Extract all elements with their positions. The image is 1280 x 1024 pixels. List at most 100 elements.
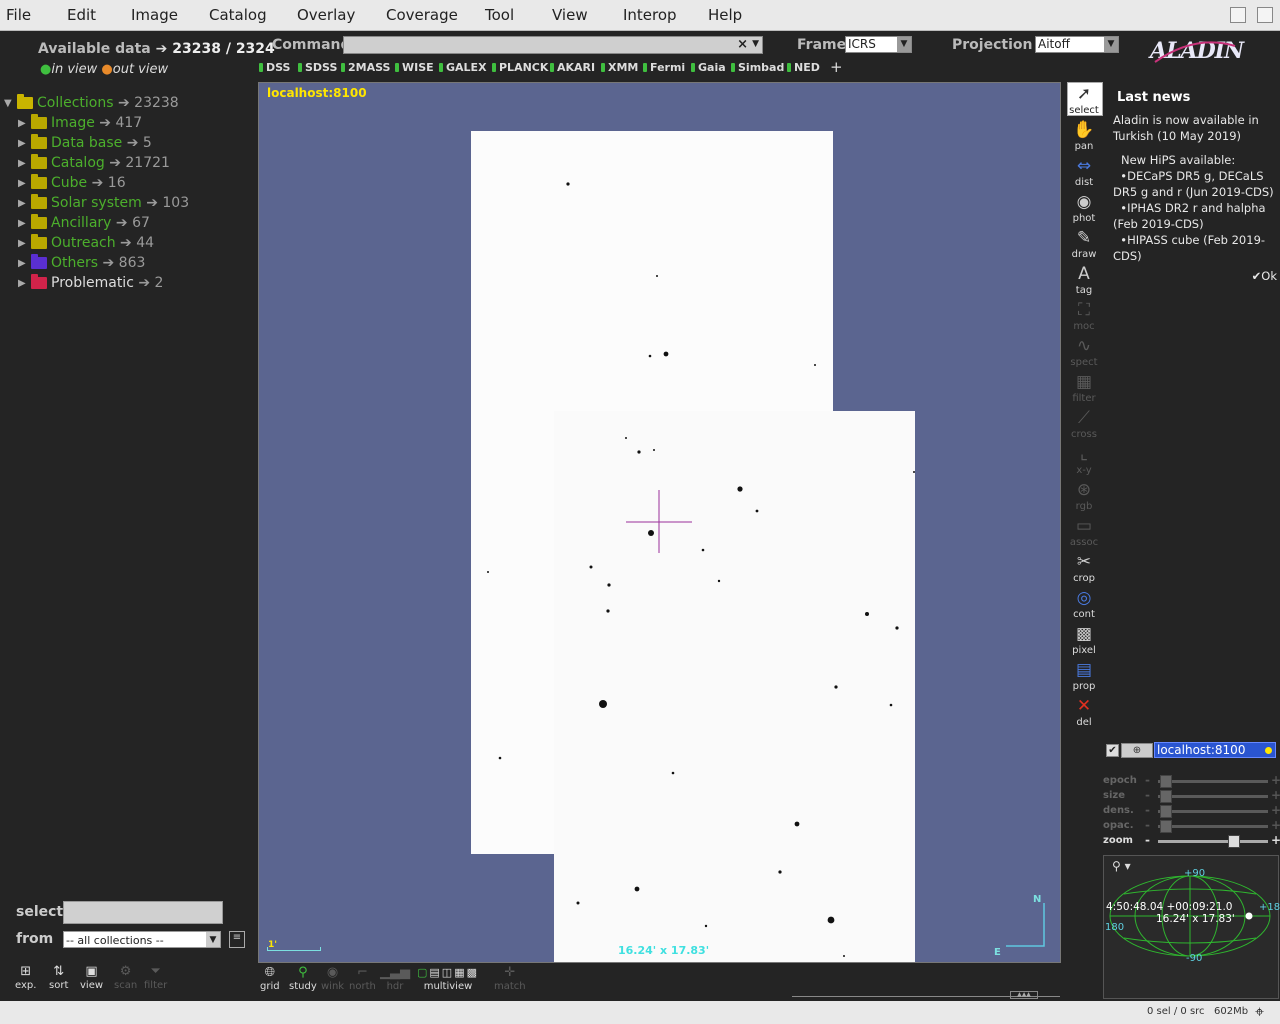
slider-knob[interactable] — [1228, 835, 1240, 848]
grid-tool[interactable]: 🌐︎ grid — [260, 965, 280, 992]
menu-coverage[interactable]: Coverage — [386, 6, 458, 24]
telescope-icon[interactable]: ⌖ — [1255, 1002, 1264, 1022]
minus-icon[interactable]: - — [1145, 833, 1150, 847]
tool-crop[interactable]: ✂ crop — [1068, 551, 1100, 584]
survey-akari[interactable]: AKARI — [550, 61, 595, 74]
survey-ned[interactable]: NED — [787, 61, 820, 74]
minus-icon[interactable]: - — [1145, 803, 1150, 817]
expand-right-icon[interactable]: ▶ — [18, 258, 26, 269]
scan-tool[interactable]: ⚙ scan — [114, 964, 137, 991]
expand-tool[interactable]: ⊞ exp. — [15, 964, 36, 991]
expand-right-icon[interactable]: ▶ — [18, 218, 26, 229]
layer-item[interactable]: localhost:8100 — [1154, 742, 1276, 758]
plus-icon[interactable]: + — [1271, 788, 1280, 802]
survey-xmm[interactable]: XMM — [601, 61, 638, 74]
layer-visible-checkbox[interactable]: ✔ — [1106, 744, 1119, 757]
minus-icon[interactable]: - — [1145, 788, 1150, 802]
tool-cross[interactable]: ⟋ cross — [1068, 407, 1100, 440]
sky-view[interactable]: localhost:8100 1' 16.24' x 17.83' N E — [258, 82, 1061, 963]
survey-sdss[interactable]: SDSS — [298, 61, 337, 74]
history-chevron-icon[interactable]: ▼ — [752, 39, 759, 49]
add-survey-button[interactable]: + — [830, 58, 843, 76]
tool-select[interactable]: ➚ select — [1068, 83, 1100, 116]
tool-rgb[interactable]: ⊛ rgb — [1068, 479, 1100, 512]
survey-dss[interactable]: DSS — [259, 61, 290, 74]
tool-del[interactable]: ✕ del — [1068, 695, 1100, 728]
slider-knob[interactable] — [1160, 790, 1172, 803]
from-select[interactable]: -- all collections -- ▼ — [63, 931, 221, 948]
select-input[interactable] — [63, 901, 223, 924]
clear-icon[interactable]: × — [737, 37, 748, 52]
restore-window-icon[interactable] — [1230, 7, 1246, 23]
menu-edit[interactable]: Edit — [67, 6, 96, 24]
maximize-window-icon[interactable] — [1257, 7, 1273, 23]
slider-knob[interactable] — [1160, 820, 1172, 833]
tool-pixel[interactable]: ▩ pixel — [1068, 623, 1100, 656]
menu-help[interactable]: Help — [708, 6, 742, 24]
command-input[interactable]: × ▼ — [343, 36, 763, 54]
menu-catalog[interactable]: Catalog — [209, 6, 267, 24]
plus-icon[interactable]: + — [1271, 833, 1280, 847]
tool-x-y[interactable]: ⌞ x-y — [1068, 443, 1100, 476]
expand-right-icon[interactable]: ▶ — [18, 198, 26, 209]
expand-right-icon[interactable]: ▶ — [18, 158, 26, 169]
menu-file[interactable]: File — [6, 6, 31, 24]
menu-image[interactable]: Image — [131, 6, 178, 24]
plus-icon[interactable]: + — [1271, 773, 1280, 787]
expand-right-icon[interactable]: ▶ — [18, 178, 26, 189]
sky-minimap[interactable]: ⚲ ▾ +90 -90 +18 180 4:50:48.04 +00:09:21… — [1103, 855, 1280, 999]
minimap-fov: 16.24' x 17.83' — [1156, 913, 1235, 925]
tool-moc[interactable]: ⛶ moc — [1068, 299, 1100, 332]
expand-right-icon[interactable]: ▶ — [18, 238, 26, 249]
menu-overlay[interactable]: Overlay — [297, 6, 355, 24]
tool-tag[interactable]: Atag — [1068, 263, 1100, 296]
tool-cont[interactable]: ◎ cont — [1068, 587, 1100, 620]
slider-epoch[interactable]: epoch - + — [1103, 773, 1280, 788]
survey-simbad[interactable]: Simbad — [731, 61, 784, 74]
slider-zoom[interactable]: zoom - + — [1103, 833, 1280, 848]
projection-select[interactable]: Aitoff ▼ — [1035, 36, 1119, 53]
survey-galex[interactable]: GALEX — [439, 61, 487, 74]
plus-icon[interactable]: + — [1271, 803, 1280, 817]
survey-fermi[interactable]: Fermi — [643, 61, 685, 74]
expand-right-icon[interactable]: ▶ — [18, 138, 26, 149]
sort-tool[interactable]: ⇅ sort — [49, 964, 68, 991]
slider-knob[interactable] — [1160, 775, 1172, 788]
tool-dist[interactable]: ⇔ dist — [1068, 155, 1100, 188]
tool-draw[interactable]: ✎ draw — [1068, 227, 1100, 260]
north-tool[interactable]: ⌐ north — [349, 965, 376, 992]
list-options-icon[interactable]: ≡ — [229, 931, 245, 948]
view-tool[interactable]: ▣ view — [80, 964, 103, 991]
multiview-tool[interactable]: ▢▤◫▦▩ multiview — [405, 965, 491, 992]
tool-assoc[interactable]: ▭ assoc — [1068, 515, 1100, 548]
tool-spect[interactable]: ∿ spect — [1068, 335, 1100, 368]
tool-prop[interactable]: ▤ prop — [1068, 659, 1100, 692]
survey-wise[interactable]: WISE — [395, 61, 434, 74]
tool-phot[interactable]: ◉ phot — [1068, 191, 1100, 224]
expand-right-icon[interactable]: ▶ — [18, 278, 26, 289]
menu-view[interactable]: View — [552, 6, 588, 24]
slider-size[interactable]: size - + — [1103, 788, 1280, 803]
match-tool[interactable]: ✛ match — [494, 965, 526, 992]
frame-select[interactable]: ICRS ▼ — [845, 36, 912, 53]
tool-filter[interactable]: ▦ filter — [1068, 371, 1100, 404]
slider-knob[interactable] — [1160, 805, 1172, 818]
filter-tool[interactable]: ⏷ filter — [144, 964, 167, 991]
wink-tool[interactable]: ◉ wink — [321, 965, 344, 992]
expand-down-icon[interactable]: ▼ — [4, 98, 12, 109]
splitter-handle[interactable]: ▲▲▲ — [1010, 991, 1038, 999]
minus-icon[interactable]: - — [1145, 773, 1150, 787]
survey-planck[interactable]: PLANCK — [492, 61, 548, 74]
news-ok-button[interactable]: ✔Ok — [1105, 268, 1277, 284]
menu-interop[interactable]: Interop — [623, 6, 677, 24]
tool-pan[interactable]: ✋ pan — [1068, 119, 1100, 152]
menu-tool[interactable]: Tool — [485, 6, 514, 24]
survey-gaia[interactable]: Gaia — [691, 61, 726, 74]
study-tool[interactable]: ⚲ study — [289, 965, 317, 992]
minus-icon[interactable]: - — [1145, 818, 1150, 832]
expand-right-icon[interactable]: ▶ — [18, 118, 26, 129]
plus-icon[interactable]: + — [1271, 818, 1280, 832]
slider-dens[interactable]: dens. - + — [1103, 803, 1280, 818]
slider-opac[interactable]: opac. - + — [1103, 818, 1280, 833]
survey-2mass[interactable]: 2MASS — [341, 61, 390, 74]
